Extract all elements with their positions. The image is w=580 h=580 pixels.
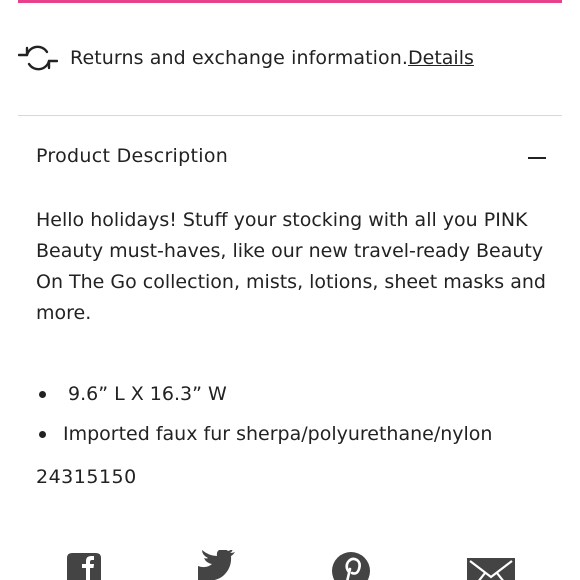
returns-details-link[interactable]: Details bbox=[408, 47, 474, 69]
bullet-icon bbox=[39, 430, 46, 438]
list-item: 9.6” L X 16.3” W bbox=[36, 374, 556, 414]
exchange-arrows-icon bbox=[18, 38, 58, 78]
top-accent-bar bbox=[18, 0, 562, 3]
product-description-header[interactable]: Product Description bbox=[36, 141, 546, 171]
returns-info-row: Returns and exchange information. Detail… bbox=[18, 38, 474, 78]
bullet-text: 9.6” L X 16.3” W bbox=[68, 383, 227, 405]
returns-info-text: Returns and exchange information. bbox=[70, 47, 408, 69]
pinterest-icon[interactable] bbox=[330, 550, 372, 580]
twitter-icon[interactable] bbox=[196, 550, 238, 580]
facebook-icon[interactable] bbox=[65, 550, 103, 580]
product-sku: 24315150 bbox=[36, 466, 137, 488]
email-icon[interactable] bbox=[466, 550, 516, 580]
section-title: Product Description bbox=[36, 145, 229, 167]
list-item: Imported faux fur sherpa/polyurethane/ny… bbox=[36, 414, 556, 454]
collapse-minus-icon[interactable] bbox=[528, 157, 546, 159]
social-share-row bbox=[0, 550, 580, 580]
product-description-text: Hello holidays! Stuff your stocking with… bbox=[36, 209, 546, 324]
product-details-list: 9.6” L X 16.3” W Imported faux fur sherp… bbox=[36, 374, 556, 454]
section-divider bbox=[18, 115, 562, 116]
bullet-icon bbox=[39, 390, 46, 398]
bullet-text: Imported faux fur sherpa/polyurethane/ny… bbox=[63, 423, 493, 445]
